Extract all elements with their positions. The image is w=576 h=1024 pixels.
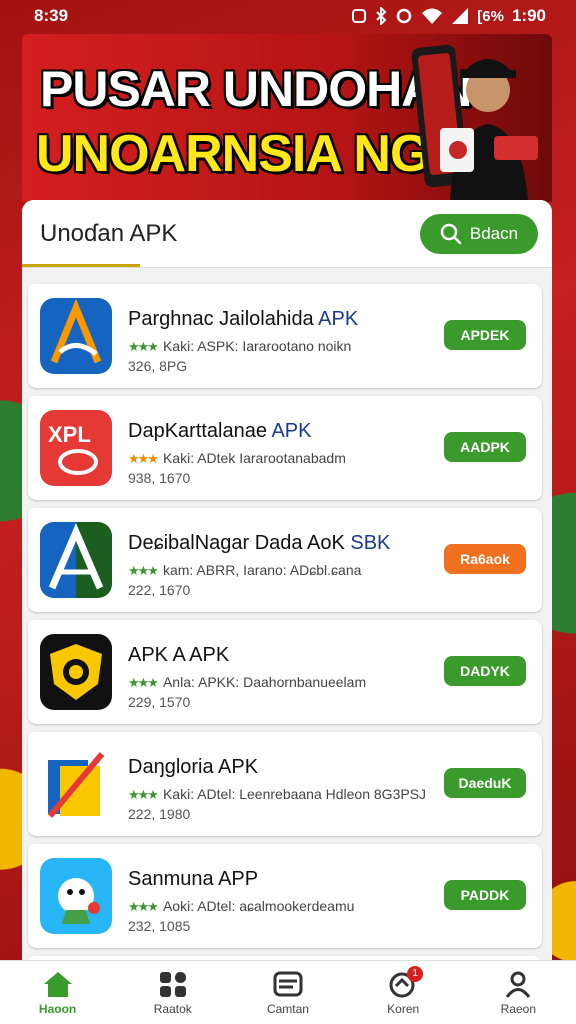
rating-stars: ★★★: [128, 339, 159, 354]
nav-label: Haoon: [38, 1001, 77, 1016]
nav-item-home[interactable]: Haoon: [8, 970, 108, 1016]
alarm-icon: [352, 9, 367, 23]
status-clock: 1:90: [511, 6, 546, 25]
status-icons: [6% 1:90: [351, 6, 546, 26]
list-item[interactable]: APK A APK ★★★ Anla: APKK: Daahornbanueela…: [28, 620, 542, 724]
nav-label: Raeon: [500, 1001, 537, 1016]
profile-icon: [506, 971, 531, 998]
app-list-card: Unoɗan APK Bdacn Parghnac Jailolahida AP…: [22, 200, 552, 960]
rating-stars: ★★★: [128, 787, 159, 802]
nav-item-stack[interactable]: Camtan: [238, 970, 338, 1016]
promo-banner[interactable]: PUSAR UNDOHAN UNOARNSIA NGAN: [22, 34, 552, 202]
search-button[interactable]: Bdacn: [420, 214, 538, 254]
banner-headline-1: PUSAR UNDOHAN: [40, 61, 472, 117]
list-item[interactable]: XPL DapKarttalanae APK ★★★ Kaki: ADtek Ia…: [28, 396, 542, 500]
search-icon: [440, 223, 462, 245]
rating-stars: ★★★: [128, 451, 159, 466]
app-meta: ★★★ Aoki: ADtel: aɕalmookerdeamu: [128, 898, 355, 914]
app-icon: [40, 522, 112, 598]
app-icon: [40, 298, 112, 374]
card-header: Unoɗan APK Bdacn: [22, 200, 552, 268]
nav-item-profile[interactable]: Raeon: [468, 970, 568, 1016]
app-size: 938, 1670: [128, 470, 191, 486]
search-button-label: Bdacn: [469, 224, 519, 243]
list-item[interactable]: Parghnac Jailolahida APK ★★★ Kaki: ASPK: …: [28, 284, 542, 388]
home-icon: [43, 971, 72, 997]
nav-item-grid[interactable]: Raatok: [123, 970, 223, 1016]
nav-label: Raatok: [153, 1001, 192, 1016]
app-meta: ★★★ Kaki: ADtel: Leenrebaana Hdleon 8G3PS…: [128, 786, 427, 802]
card-title: Unoɗan APK: [40, 220, 178, 247]
app-meta: ★★★ Kaki: ADtek Iararootanabadm: [128, 450, 346, 466]
grid-icon: [159, 971, 186, 997]
notification-badge: 1: [407, 965, 424, 982]
app-icon: XPL: [40, 410, 112, 486]
app-meta: ★★★ Anla: APKK: Daahornbanueelam: [128, 674, 367, 690]
nav-item-notifications[interactable]: 1 Koren: [353, 965, 453, 1016]
app-meta: ★★★ Kaki: ASPK: Iararootano noikn: [128, 338, 352, 354]
bluetooth-icon: [376, 7, 387, 25]
app-name: DapKarttalanae APK: [128, 420, 312, 442]
rating-stars: ★★★: [128, 563, 159, 578]
app-name: Sanmuna APP: [128, 868, 259, 890]
list-item[interactable]: DeɕibalNagar Dada AoK SBK ★★★ kam: ABRR, …: [28, 508, 542, 612]
svg-text:XPL: XPL: [48, 422, 91, 447]
download-button[interactable]: AADPK: [444, 432, 526, 462]
app-size: 222, 1670: [128, 582, 191, 598]
title-underline: [22, 264, 140, 267]
download-button[interactable]: APDEK: [444, 320, 526, 350]
app-icon: [40, 746, 112, 822]
app-icon: [40, 858, 112, 934]
app-name: APK A APK: [128, 644, 230, 666]
rating-stars: ★★★: [128, 675, 159, 690]
sync-icon: [397, 8, 412, 24]
status-time: 8:39: [34, 6, 69, 25]
rating-stars: ★★★: [128, 899, 159, 914]
list-item[interactable]: Daŋgloria APK ★★★ Kaki: ADtel: Leenrebaan…: [28, 732, 542, 836]
download-button[interactable]: Ra6aok: [444, 544, 526, 574]
app-icon: [40, 634, 112, 710]
download-button[interactable]: DaeduK: [444, 768, 526, 798]
bottom-navigation: Haoon Raatok Camtan 1 Koren Raeon: [0, 960, 576, 1024]
app-size: 326, 8PG: [128, 358, 188, 374]
download-button[interactable]: PADDK: [444, 880, 526, 910]
app-meta: ★★★ kam: ABRR, Iarano: ADɕbl.ɕana: [128, 562, 362, 578]
wifi-icon: [422, 8, 443, 24]
nav-label: Camtan: [266, 1001, 309, 1016]
list-item[interactable]: Sanmuna APP ★★★ Aoki: ADtel: aɕalmookerde…: [28, 844, 542, 948]
status-bar: 8:39 [6% 1:90: [0, 0, 576, 32]
app-size: 222, 1980: [128, 806, 191, 822]
app-name: Daŋgloria APK: [128, 756, 259, 778]
nav-label: Koren: [387, 1001, 420, 1016]
app-name: DeɕibalNagar Dada AoK SBK: [128, 532, 391, 554]
banner-person-illustration: [411, 44, 538, 200]
download-button[interactable]: DADYK: [444, 656, 526, 686]
battery-percent: [6%: [477, 7, 504, 25]
stack-icon: [273, 971, 303, 996]
app-name: Parghnac Jailolahida APK: [128, 308, 359, 330]
signal-icon: [452, 8, 469, 24]
app-size: 232, 1085: [128, 918, 191, 934]
app-size: 229, 1570: [128, 694, 191, 710]
